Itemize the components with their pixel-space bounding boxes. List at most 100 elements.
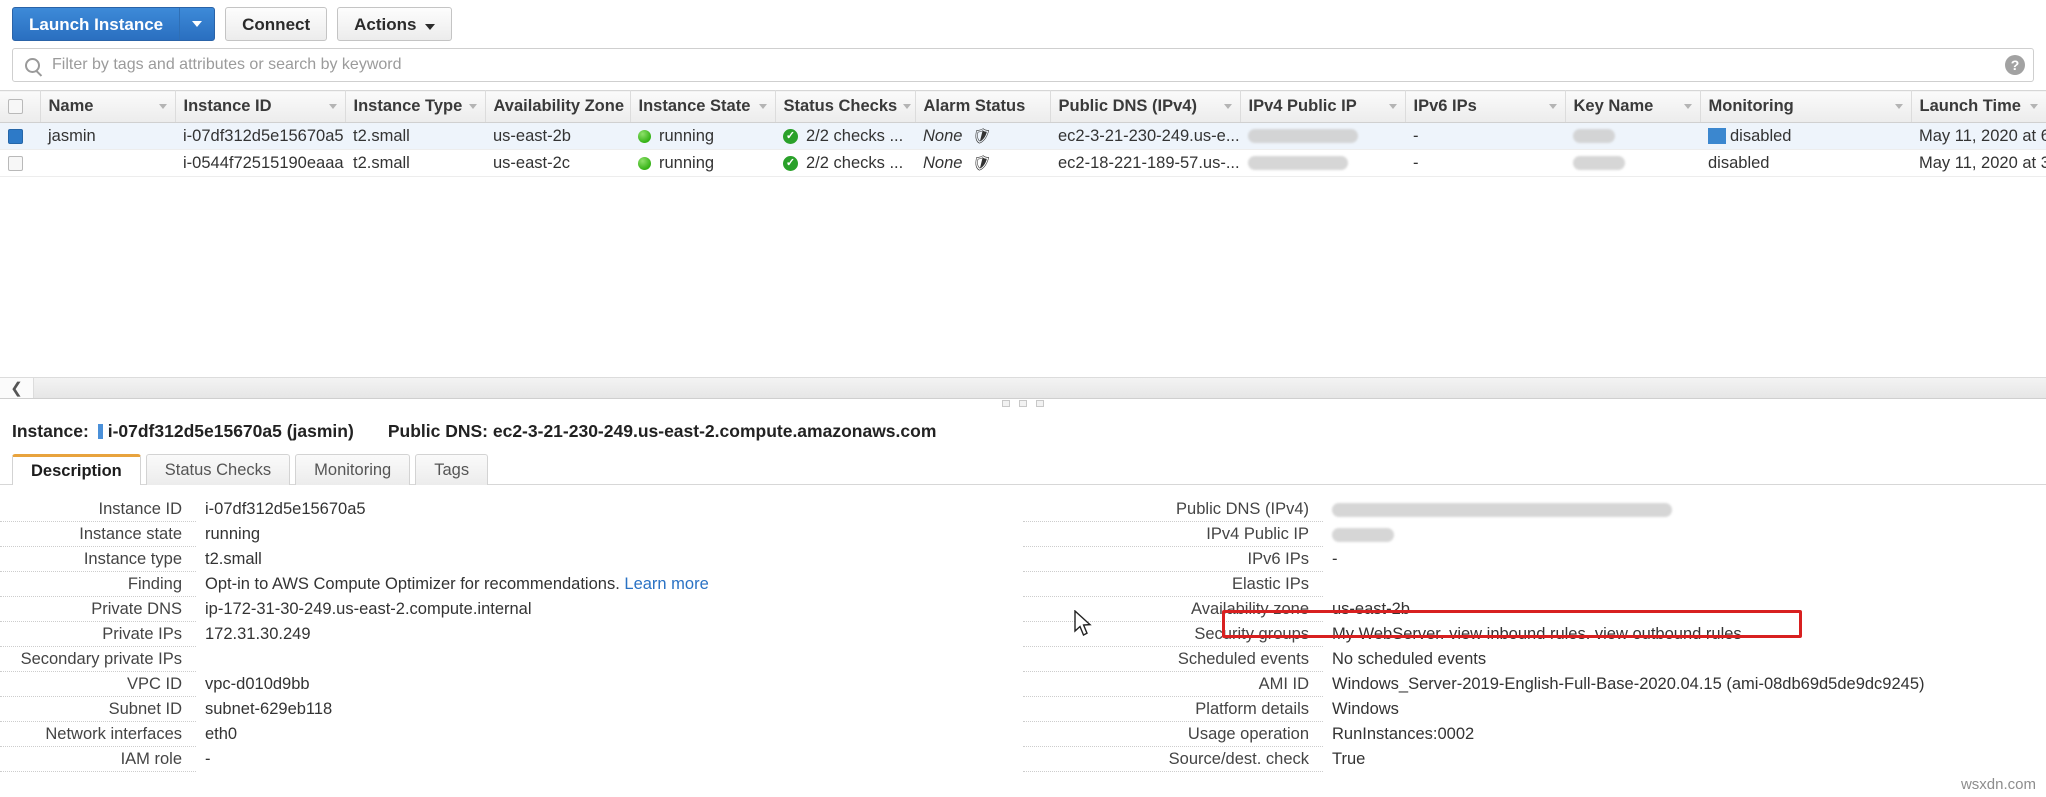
redacted-value xyxy=(1248,156,1348,171)
alarm-status-label: None xyxy=(923,126,963,145)
cell-ipv6-ips: - xyxy=(1405,149,1565,177)
sort-arrow-icon[interactable] xyxy=(158,104,167,109)
column-label: Monitoring xyxy=(1708,97,1794,115)
detail-value: Windows xyxy=(1332,700,1399,718)
select-all-header[interactable] xyxy=(0,90,41,123)
check-passed-icon: ✓ xyxy=(783,155,798,171)
sort-arrow-icon[interactable] xyxy=(1223,104,1232,109)
row-checkbox[interactable] xyxy=(8,128,23,144)
row-select-cell[interactable] xyxy=(0,149,40,177)
column-header-public-dns[interactable]: Public DNS (IPv4) xyxy=(1050,90,1241,123)
sort-arrow-icon[interactable] xyxy=(1388,104,1397,109)
instance-id-summary: Instance: i-07df312d5e15670a5 (jasmin) xyxy=(12,421,354,442)
status-running-icon xyxy=(638,156,651,170)
panel-splitter: ❮ xyxy=(0,377,2046,407)
public-dns-label: Public DNS: xyxy=(387,421,488,441)
cell-instance-id: i-0544f72515190eaaa xyxy=(175,149,345,177)
tab-label: Tags xyxy=(434,460,470,479)
detail-row-instance-type: Instance type t2.small xyxy=(0,549,1023,574)
detail-label: Scheduled events xyxy=(1023,649,1323,672)
sort-arrow-icon[interactable] xyxy=(468,104,477,109)
sort-arrow-icon[interactable] xyxy=(1894,104,1903,109)
actions-button[interactable]: Actions xyxy=(337,7,453,41)
detail-value: us-east-2b xyxy=(1332,600,1410,618)
cell-launch-time: May 11, 2020 at 3:42:44 PM ... xyxy=(1911,149,2046,177)
table-row[interactable]: i-0544f72515190eaaa t2.small us-east-2c … xyxy=(0,149,2046,177)
detail-value: t2.small xyxy=(205,550,262,568)
column-label: Launch Time xyxy=(1919,97,2021,115)
sort-arrow-icon[interactable] xyxy=(328,104,337,109)
cell-public-dns: ec2-18-221-189-57.us-... xyxy=(1050,149,1240,177)
vpc-id-link[interactable]: vpc-d010d9bb xyxy=(196,674,310,695)
cell-status-checks: ✓ 2/2 checks ... xyxy=(775,149,915,177)
alarm-add-icon[interactable]: 🛡 xyxy=(970,156,989,171)
detail-label: IPv6 IPs xyxy=(1023,549,1323,572)
detail-label: Secondary private IPs xyxy=(0,649,196,672)
security-groups-link[interactable]: My WebServer. view inbound rules. view o… xyxy=(1323,624,1742,645)
instance-label: Instance: xyxy=(12,421,89,441)
sort-arrow-icon[interactable] xyxy=(1548,104,1557,109)
search-input[interactable] xyxy=(50,55,2005,75)
tab-status-checks[interactable]: Status Checks xyxy=(145,454,291,485)
cell-status-checks: ✓ 2/2 checks ... xyxy=(775,122,915,150)
cell-monitoring: disabled xyxy=(1700,149,1911,177)
column-header-instance-type[interactable]: Instance Type xyxy=(345,90,486,123)
select-all-checkbox[interactable] xyxy=(8,99,23,115)
splitter-bar: ❮ xyxy=(0,377,2046,407)
cell-instance-id: i-07df312d5e15670a5 xyxy=(175,122,345,150)
column-header-monitoring[interactable]: Monitoring xyxy=(1700,90,1912,123)
column-label: IPv6 IPs xyxy=(1413,97,1477,115)
text-selection-highlight xyxy=(1708,128,1726,145)
help-icon[interactable]: ? xyxy=(2005,55,2025,75)
status-checks-label: 2/2 checks ... xyxy=(806,126,904,145)
column-header-instance-state[interactable]: Instance State xyxy=(630,90,776,123)
network-interface-link[interactable]: eth0 xyxy=(196,724,237,745)
column-header-key-name[interactable]: Key Name xyxy=(1565,90,1701,123)
column-header-alarm-status[interactable]: Alarm Status xyxy=(915,90,1051,123)
sort-arrow-icon[interactable] xyxy=(758,104,767,109)
detail-row-private-ips: Private IPs 172.31.30.249 xyxy=(0,624,1023,649)
public-dns-summary: Public DNS: ec2-3-21-230-249.us-east-2.c… xyxy=(388,421,937,442)
chevron-down-icon xyxy=(192,21,203,27)
column-header-availability-zone[interactable]: Availability Zone xyxy=(485,90,631,123)
subnet-id-link[interactable]: subnet-629eb118 xyxy=(196,699,332,720)
table-row[interactable]: jasmin i-07df312d5e15670a5 t2.small us-e… xyxy=(0,122,2046,150)
detail-row-finding: Finding Opt-in to AWS Compute Optimizer … xyxy=(0,574,1023,599)
learn-more-link[interactable]: Learn more xyxy=(624,575,708,593)
column-label: Availability Zone xyxy=(493,97,625,115)
connect-button[interactable]: Connect xyxy=(225,7,328,41)
row-select-cell[interactable] xyxy=(0,122,40,150)
filter-bar[interactable]: ? xyxy=(12,48,2034,82)
cell-key-name xyxy=(1565,149,1700,177)
column-header-instance-id[interactable]: Instance ID xyxy=(175,90,346,123)
detail-row-private-dns: Private DNS ip-172-31-30-249.us-east-2.c… xyxy=(0,599,1023,624)
sort-arrow-icon[interactable] xyxy=(1683,104,1692,109)
ami-id-link[interactable]: Windows_Server-2019-English-Full-Base-20… xyxy=(1323,674,1925,695)
redacted-value xyxy=(1248,129,1358,144)
column-header-launch-time[interactable]: Launch Time xyxy=(1911,90,2046,123)
collapse-panel-button[interactable]: ❮ xyxy=(0,378,34,398)
status-checks-label: 2/2 checks ... xyxy=(806,153,904,172)
column-header-status-checks[interactable]: Status Checks xyxy=(775,90,916,123)
instances-table: Name Instance ID Instance Type Availabil… xyxy=(0,90,2046,177)
alarm-add-icon[interactable]: 🛡 xyxy=(970,129,989,144)
tab-tags[interactable]: Tags xyxy=(415,454,489,485)
row-checkbox[interactable] xyxy=(8,155,23,171)
detail-label: Elastic IPs xyxy=(1023,574,1323,597)
cell-instance-state: running xyxy=(630,149,775,177)
splitter-drag-handle[interactable] xyxy=(1002,400,1044,407)
launch-instance-button[interactable]: Launch Instance xyxy=(12,7,216,41)
sort-arrow-icon[interactable] xyxy=(2029,104,2038,109)
cell-ipv4-public-ip xyxy=(1240,122,1405,150)
column-header-ipv4-public-ip[interactable]: IPv4 Public IP xyxy=(1240,90,1406,123)
scheduled-events-link[interactable]: No scheduled events xyxy=(1323,649,1486,670)
detail-row-network-interfaces: Network interfaces eth0 xyxy=(0,724,1023,749)
sort-arrow-icon[interactable] xyxy=(903,104,912,109)
column-header-ipv6-ips[interactable]: IPv6 IPs xyxy=(1405,90,1566,123)
alarm-status-label: None xyxy=(923,153,963,172)
column-header-name[interactable]: Name xyxy=(40,90,176,123)
launch-instance-dropdown-toggle[interactable] xyxy=(179,8,214,40)
detail-value: i-07df312d5e15670a5 xyxy=(205,500,366,518)
tab-monitoring[interactable]: Monitoring xyxy=(295,454,411,485)
tab-description[interactable]: Description xyxy=(12,454,141,485)
